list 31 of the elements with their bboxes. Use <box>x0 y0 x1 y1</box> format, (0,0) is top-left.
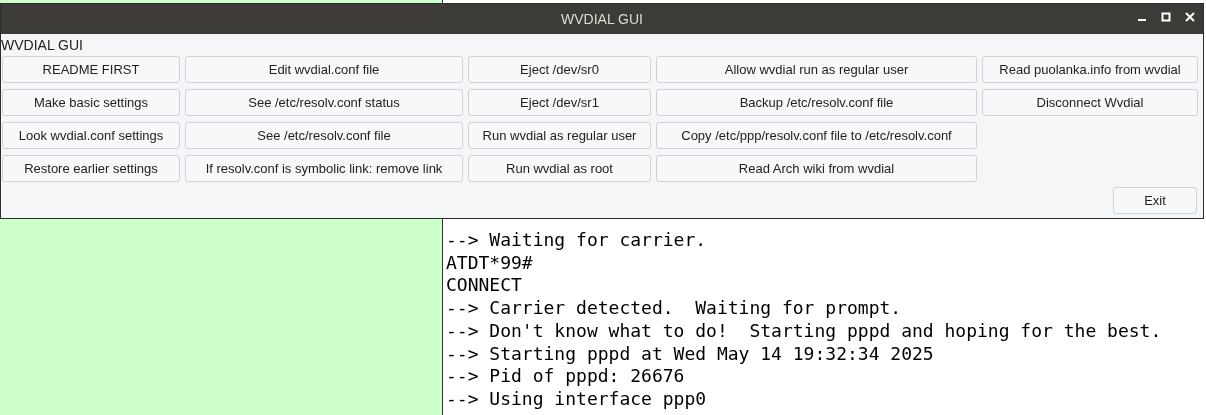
action-button[interactable]: Disconnect Wvdial <box>982 89 1198 116</box>
terminal-line: --> Using interface ppp0 <box>446 387 707 411</box>
terminal-line: --> Starting pppd at Wed May 14 19:32:34 2025 <box>446 342 934 366</box>
maximize-icon[interactable] <box>1161 12 1171 22</box>
action-button[interactable]: README FIRST <box>2 56 180 83</box>
action-button[interactable]: Make basic settings <box>2 89 180 116</box>
terminal-line: ATDT*99# <box>446 251 533 275</box>
terminal-line: --> Pid of pppd: 26676 <box>446 365 685 388</box>
exit-button[interactable]: Exit <box>1113 187 1197 214</box>
action-button[interactable]: Look wvdial.conf settings <box>2 122 180 149</box>
action-button[interactable]: Run wvdial as regular user <box>468 122 651 149</box>
terminal-line: CONNECT <box>446 274 522 298</box>
action-button[interactable]: Restore earlier settings <box>2 155 180 182</box>
action-button[interactable]: Edit wvdial.conf file <box>185 56 463 83</box>
action-button[interactable]: Backup /etc/resolv.conf file <box>656 89 977 116</box>
action-button[interactable]: Copy /etc/ppp/resolv.conf file to /etc/resolv.conf <box>656 122 977 149</box>
action-button[interactable]: See /etc/resolv.conf file <box>185 122 463 149</box>
close-icon[interactable] <box>1185 12 1195 22</box>
terminal-line: --> Waiting for carrier. <box>446 229 707 252</box>
terminal-line: --> Carrier detected. Waiting for prompt. <box>446 297 902 320</box>
action-button[interactable]: Read Arch wiki from wvdial <box>656 155 977 182</box>
action-button[interactable]: Run wvdial as root <box>468 155 651 182</box>
action-button[interactable]: Eject /dev/sr0 <box>468 56 651 83</box>
action-button[interactable]: Eject /dev/sr1 <box>468 89 651 116</box>
terminal-line: --> Don't know what to do! Starting pppd and hoping for the best. <box>446 319 1162 343</box>
window-title: WVDIAL GUI <box>561 9 643 29</box>
action-button[interactable]: Allow wvdial run as regular user <box>656 56 977 83</box>
action-button[interactable]: See /etc/resolv.conf status <box>185 89 463 116</box>
window-label: WVDIAL GUI <box>1 36 83 54</box>
action-button[interactable]: Read puolanka.info from wvdial <box>982 56 1198 83</box>
action-button[interactable]: If resolv.conf is symbolic link: remove link <box>185 155 463 182</box>
